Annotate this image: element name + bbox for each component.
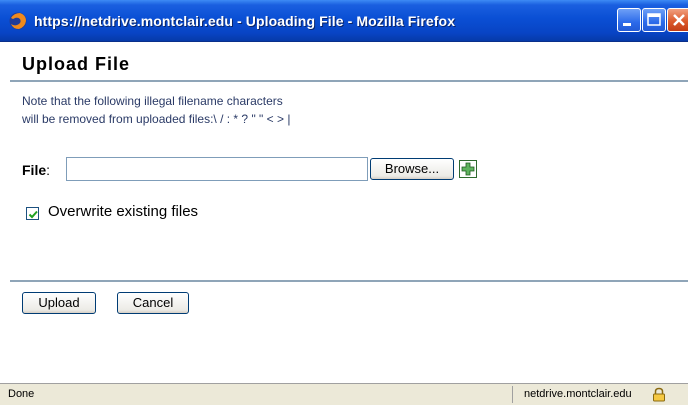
upload-button[interactable]: Upload	[22, 292, 96, 314]
page-title: Upload File	[22, 54, 131, 74]
file-label: File:	[22, 162, 50, 178]
file-label-colon: :	[46, 162, 51, 178]
add-file-icon[interactable]	[459, 160, 477, 178]
note-line: will be removed from uploaded files:\ / …	[22, 112, 291, 126]
file-path-input[interactable]	[66, 157, 368, 181]
close-button[interactable]	[667, 8, 688, 32]
status-separator	[512, 386, 513, 403]
overwrite-label[interactable]: Overwrite existing files	[48, 203, 198, 220]
filename-note: Note that the following illegal filename…	[22, 92, 290, 128]
divider	[10, 280, 688, 282]
cancel-button[interactable]: Cancel	[117, 292, 189, 314]
note-line: Note that the following illegal filename…	[22, 94, 283, 108]
file-label-text: File	[22, 162, 47, 178]
minimize-button[interactable]	[617, 8, 641, 32]
status-text: Done	[8, 388, 35, 400]
browse-button[interactable]: Browse...	[370, 158, 454, 180]
divider	[10, 80, 688, 82]
firefox-icon	[8, 11, 28, 31]
lock-icon[interactable]	[652, 387, 666, 402]
window-titlebar[interactable]: https://netdrive.montclair.edu - Uploadi…	[0, 0, 688, 42]
status-bar: Done netdrive.montclair.edu	[0, 383, 688, 405]
status-domain: netdrive.montclair.edu	[524, 388, 632, 400]
window-title: https://netdrive.montclair.edu - Uploadi…	[34, 13, 456, 29]
overwrite-checkbox[interactable]	[26, 207, 39, 220]
maximize-button[interactable]	[642, 8, 666, 32]
